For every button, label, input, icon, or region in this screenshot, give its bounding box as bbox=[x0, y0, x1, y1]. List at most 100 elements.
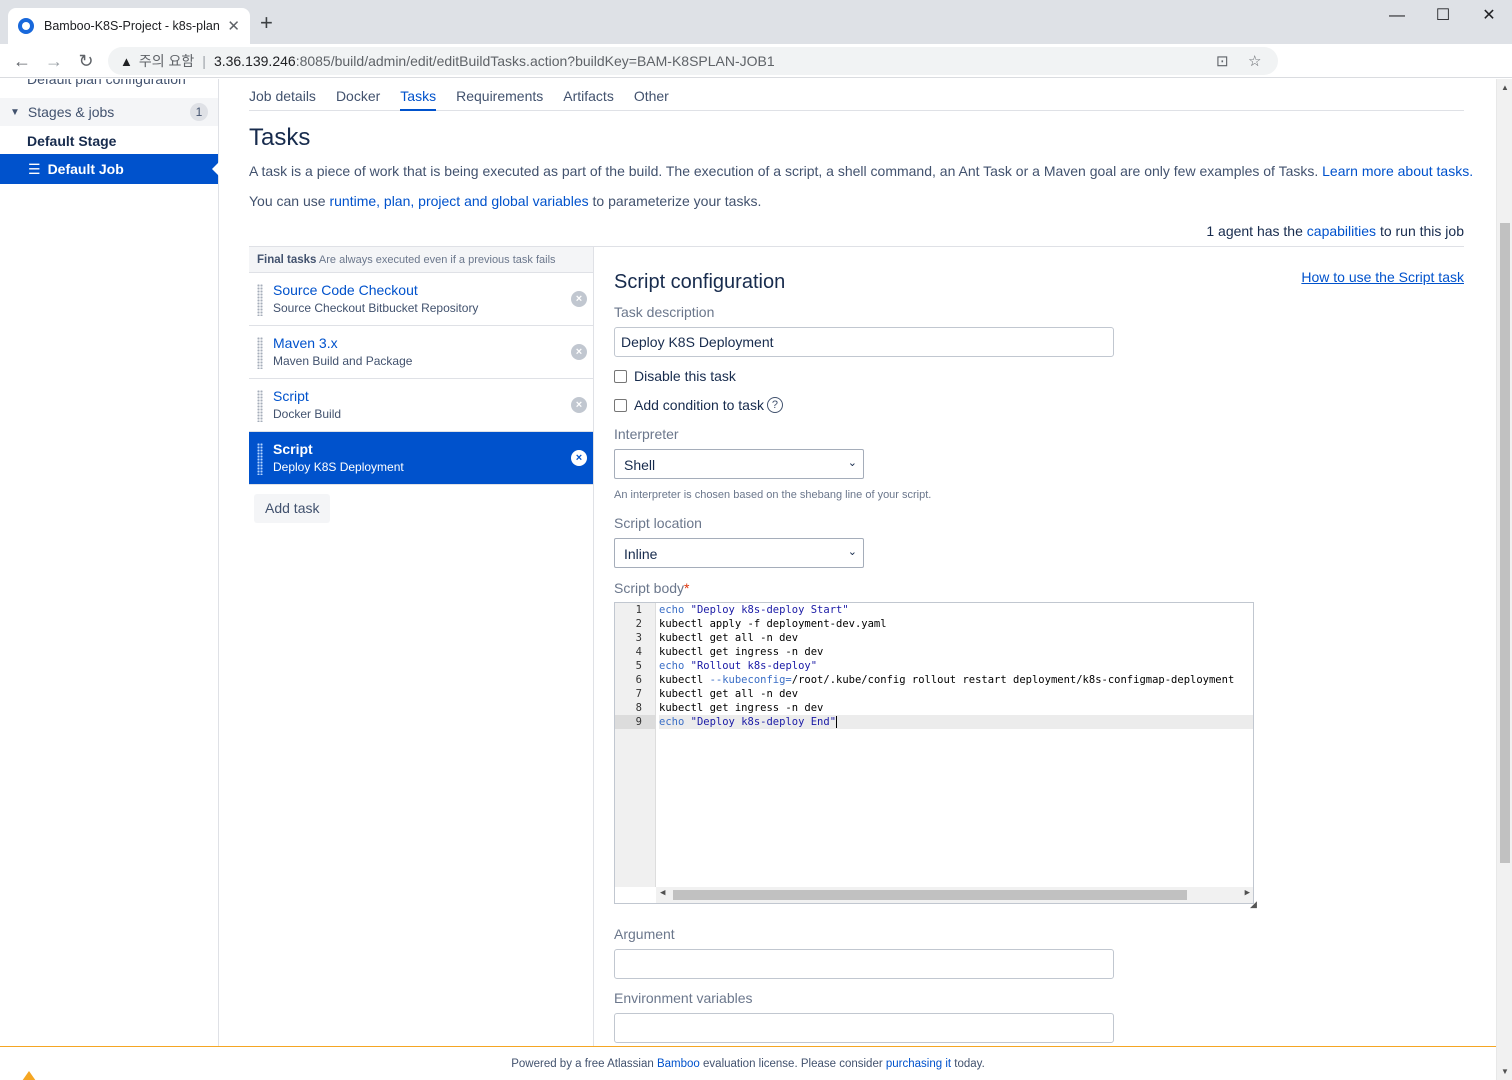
interpreter-label: Interpreter bbox=[614, 426, 679, 442]
browser-tab[interactable]: Bamboo-K8S-Project - k8s-plan ✕ bbox=[8, 8, 250, 44]
sidebar-item-job[interactable]: ☰ Default Job bbox=[0, 154, 219, 184]
scroll-right-icon[interactable]: ▶ bbox=[1245, 888, 1250, 898]
code-line: kubectl apply -f deployment-dev.yaml bbox=[659, 618, 887, 630]
url-path: :8085/build/admin/edit/editBuildTasks.ac… bbox=[295, 53, 775, 69]
translate-icon[interactable]: ⊡ bbox=[1216, 52, 1229, 70]
variables-link[interactable]: runtime, plan, project and global variab… bbox=[329, 193, 588, 209]
tab-docker[interactable]: Docker bbox=[336, 87, 380, 111]
tab-job-details[interactable]: Job details bbox=[249, 87, 316, 111]
footer-middle: evaluation license. Please consider bbox=[703, 1058, 883, 1070]
code-line: echo "Rollout k8s-deploy" bbox=[659, 660, 818, 672]
line-number: 5 bbox=[635, 660, 642, 672]
window-close-icon[interactable]: ✕ bbox=[1466, 4, 1512, 28]
disable-task-label: Disable this task bbox=[634, 368, 736, 384]
tab-other[interactable]: Other bbox=[634, 87, 669, 111]
warning-icon: ▲ bbox=[120, 53, 133, 69]
task-item[interactable]: Source Code Checkout Source Checkout Bit… bbox=[249, 273, 593, 326]
intro-paragraph: A task is a piece of work that is being … bbox=[249, 163, 1473, 179]
checkbox[interactable] bbox=[614, 369, 627, 383]
job-label: Default Job bbox=[47, 161, 124, 177]
delete-task-icon[interactable]: × bbox=[571, 450, 587, 466]
drag-handle-icon[interactable] bbox=[257, 390, 263, 422]
horizontal-scrollbar[interactable]: ◀ ▶ bbox=[656, 887, 1253, 903]
capabilities-link[interactable]: capabilities bbox=[1307, 223, 1376, 239]
sidebar-item-stages[interactable]: ▼ Stages & jobs 1 bbox=[0, 98, 218, 126]
variables-paragraph: You can use runtime, plan, project and g… bbox=[249, 193, 761, 209]
task-desc: Docker Build bbox=[273, 407, 342, 421]
disable-task-checkbox[interactable]: Disable this task bbox=[614, 368, 736, 384]
task-name: Source Code Checkout bbox=[273, 282, 418, 298]
chevron-down-icon: ▼ bbox=[10, 106, 20, 118]
bamboo-favicon-icon bbox=[18, 18, 34, 34]
drag-handle-icon[interactable] bbox=[257, 337, 263, 369]
code-area[interactable]: echo "Deploy k8s-deploy Start" kubectl a… bbox=[659, 603, 1253, 887]
task-item-selected[interactable]: Script Deploy K8S Deployment × bbox=[249, 432, 593, 485]
scroll-thumb[interactable] bbox=[1500, 223, 1510, 863]
tab-artifacts[interactable]: Artifacts bbox=[563, 87, 614, 111]
final-tasks-desc: Are always executed even if a previous t… bbox=[318, 254, 556, 266]
bookmark-star-icon[interactable]: ☆ bbox=[1248, 52, 1261, 70]
scroll-left-icon[interactable]: ◀ bbox=[660, 888, 665, 898]
reload-icon[interactable]: ↻ bbox=[72, 49, 100, 73]
script-config-panel: Script configuration How to use the Scri… bbox=[593, 246, 1464, 1080]
required-marker: * bbox=[684, 580, 690, 596]
tab-requirements[interactable]: Requirements bbox=[456, 87, 543, 111]
chevron-down-icon: ⌄ bbox=[847, 457, 857, 469]
script-body-editor[interactable]: 1 2 3 4 5 6 7 8 9 echo "Deploy k8s-deplo… bbox=[614, 602, 1254, 904]
back-icon[interactable]: ← bbox=[8, 49, 36, 73]
code-line: kubectl get all -n dev bbox=[659, 688, 799, 700]
delete-task-icon[interactable]: × bbox=[571, 344, 587, 360]
task-name: Maven 3.x bbox=[273, 335, 338, 351]
url-host: 3.36.139.246 bbox=[213, 53, 296, 69]
drag-handle-icon[interactable] bbox=[257, 443, 263, 475]
delete-task-icon[interactable]: × bbox=[571, 291, 587, 307]
purchasing-link[interactable]: purchasing it bbox=[886, 1058, 951, 1070]
checkbox[interactable] bbox=[614, 398, 627, 412]
sidebar-item-plan-config[interactable]: Default plan configuration bbox=[27, 79, 186, 87]
vars-suffix: to parameterize your tasks. bbox=[592, 193, 762, 209]
page-content: Default plan configuration ▼ Stages & jo… bbox=[0, 79, 1496, 1080]
scroll-down-icon[interactable]: ▼ bbox=[1501, 1067, 1509, 1076]
interpreter-value: Shell bbox=[624, 457, 656, 473]
footer-prefix: Powered by a free Atlassian bbox=[511, 1058, 654, 1070]
agents-suffix: to run this job bbox=[1379, 223, 1464, 239]
address-bar: ← → ↻ ▲ 주의 요함 | 3.36.139.246 :8085/build… bbox=[0, 44, 1512, 116]
script-help-link[interactable]: How to use the Script task bbox=[1301, 269, 1464, 285]
line-number: 2 bbox=[635, 618, 642, 630]
close-tab-icon[interactable]: ✕ bbox=[227, 17, 240, 35]
learn-more-link[interactable]: Learn more about tasks. bbox=[1322, 163, 1473, 179]
env-variables-input[interactable] bbox=[614, 1013, 1114, 1043]
job-tabs: Job details Docker Tasks Requirements Ar… bbox=[249, 87, 1464, 111]
argument-input[interactable] bbox=[614, 949, 1114, 979]
stages-label: Stages & jobs bbox=[27, 104, 115, 120]
code-line: echo "Deploy k8s-deploy Start" bbox=[659, 604, 849, 616]
line-number: 6 bbox=[635, 674, 642, 686]
page-title: Tasks bbox=[249, 124, 311, 151]
add-task-button[interactable]: Add task bbox=[254, 494, 331, 523]
tab-tasks[interactable]: Tasks bbox=[400, 87, 437, 111]
add-condition-checkbox[interactable]: Add condition to task ? bbox=[614, 397, 783, 413]
drag-handle-icon[interactable] bbox=[257, 284, 263, 316]
resize-handle-icon[interactable]: ◢ bbox=[1250, 899, 1257, 910]
code-line: kubectl --kubeconfig=/root/.kube/config … bbox=[659, 674, 1235, 686]
final-tasks-header: Final tasks Are always executed even if … bbox=[249, 246, 593, 273]
bamboo-link[interactable]: Bamboo bbox=[657, 1058, 700, 1070]
task-item[interactable]: Script Docker Build × bbox=[249, 379, 593, 432]
page-scrollbar[interactable]: ▲ ▼ bbox=[1496, 79, 1512, 1080]
help-icon[interactable]: ? bbox=[766, 397, 783, 413]
scroll-thumb[interactable] bbox=[673, 890, 1187, 900]
interpreter-select[interactable]: Shell ⌄ bbox=[614, 449, 864, 479]
delete-task-icon[interactable]: × bbox=[571, 397, 587, 413]
url-input[interactable]: ▲ 주의 요함 | 3.36.139.246 :8085/build/admin… bbox=[108, 47, 1278, 75]
scroll-up-icon[interactable]: ▲ bbox=[1501, 83, 1509, 92]
sidebar-item-stage[interactable]: Default Stage bbox=[27, 133, 116, 149]
forward-icon[interactable]: → bbox=[40, 49, 68, 73]
script-location-select[interactable]: Inline ⌄ bbox=[614, 538, 864, 568]
task-description-input[interactable] bbox=[614, 327, 1114, 357]
sidebar: Default plan configuration ▼ Stages & jo… bbox=[0, 79, 219, 1080]
maximize-icon[interactable]: ☐ bbox=[1420, 4, 1466, 28]
task-item[interactable]: Maven 3.x Maven Build and Package × bbox=[249, 326, 593, 379]
new-tab-icon[interactable]: + bbox=[260, 12, 273, 34]
minimize-icon[interactable]: — bbox=[1374, 4, 1420, 28]
security-label: 주의 요함 bbox=[138, 53, 195, 69]
